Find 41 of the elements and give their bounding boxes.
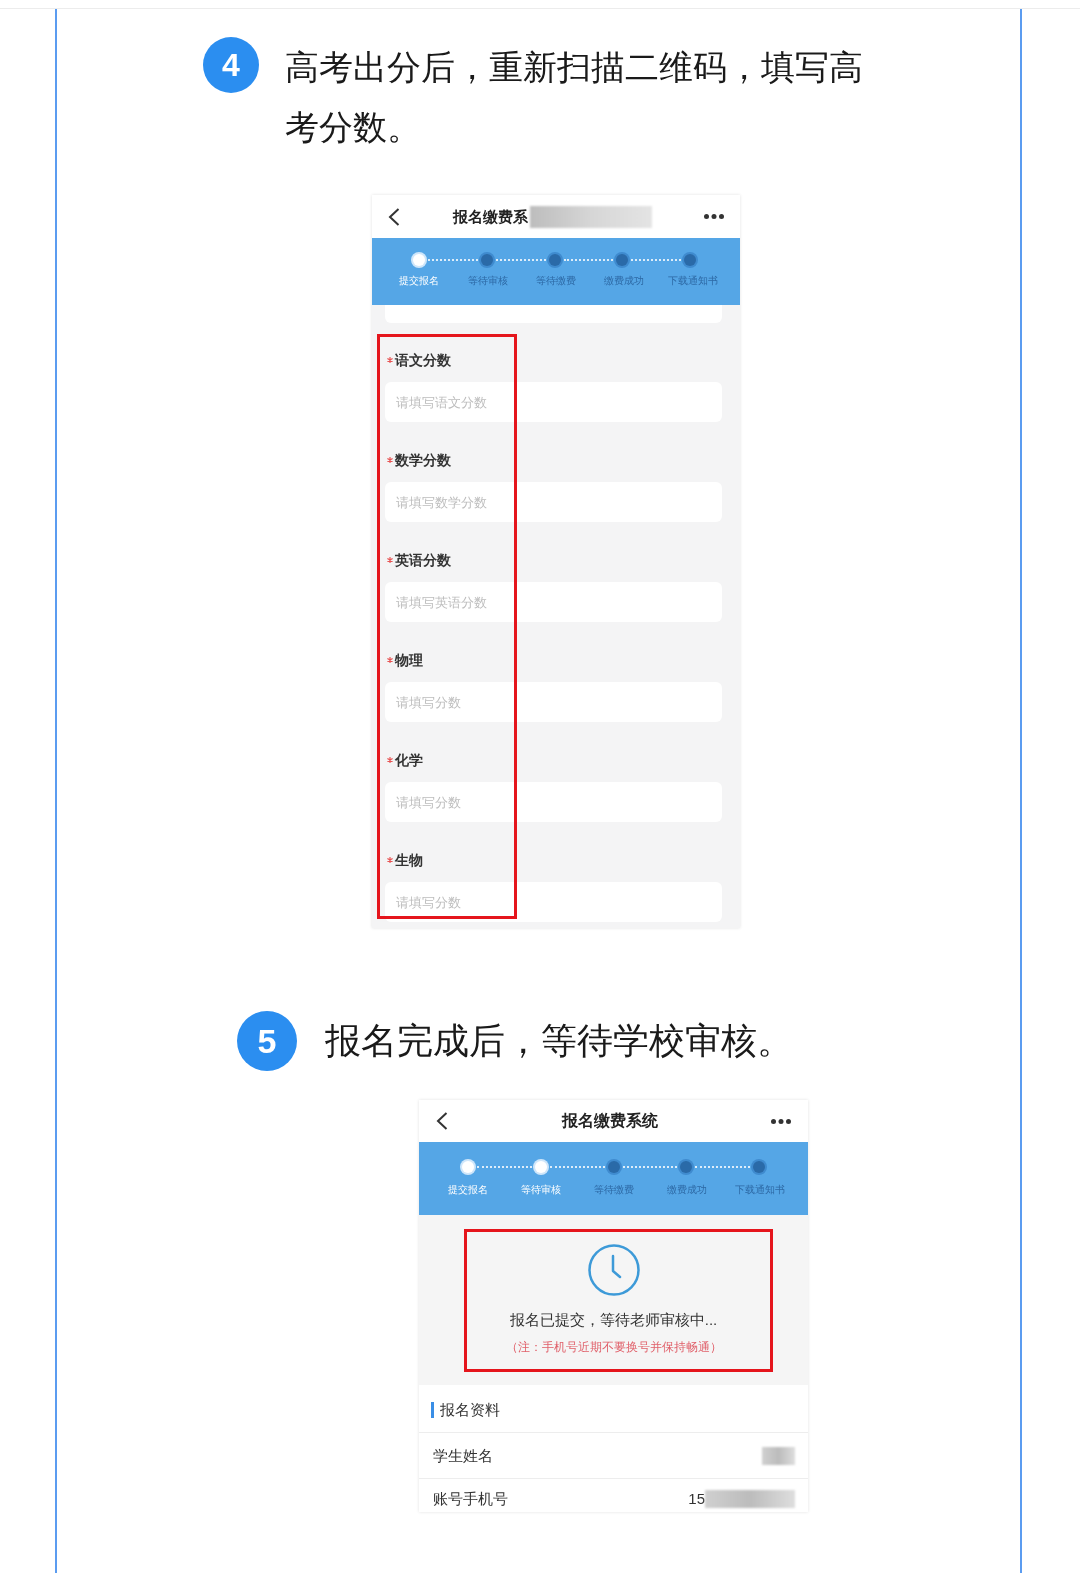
step-connector <box>477 1166 532 1168</box>
field-label: 学生姓名 <box>433 1445 493 1466</box>
score-input[interactable]: 请填写语文分数 <box>385 382 722 422</box>
field-label: 账号手机号 <box>433 1489 508 1509</box>
clock-icon <box>587 1244 640 1296</box>
more-icon[interactable] <box>704 214 724 219</box>
step-connector <box>563 259 614 261</box>
more-icon[interactable] <box>771 1118 791 1124</box>
back-icon[interactable] <box>436 1112 448 1130</box>
field-label: 英语分数 <box>395 551 451 570</box>
step-connector <box>631 259 681 261</box>
score-input[interactable]: 请填写分数 <box>385 782 722 822</box>
step-number: 4 <box>203 37 259 93</box>
section-marker <box>431 1401 434 1418</box>
step-connector <box>622 1166 678 1168</box>
score-input[interactable]: 请填写分数 <box>385 882 722 922</box>
score-input[interactable]: 请填写分数 <box>385 682 722 722</box>
step-label: 等待审核 <box>520 1183 561 1197</box>
section-title: 报名资料 <box>440 1399 500 1420</box>
step-label: 提交报名 <box>447 1183 488 1197</box>
status-note: （注：手机号近期不要换号并保持畅通） <box>505 1339 722 1356</box>
score-input[interactable]: 请填写英语分数 <box>385 582 722 622</box>
field-label: 数学分数 <box>395 451 451 470</box>
step-connector <box>549 1166 605 1168</box>
field-label: 化学 <box>395 751 423 770</box>
back-icon[interactable] <box>388 207 400 226</box>
step-connector <box>695 1166 750 1168</box>
app-title: 报名缴费系 <box>452 206 528 227</box>
step-number: 5 <box>237 1011 297 1071</box>
step-connector <box>495 259 546 261</box>
step-label: 提交报名 <box>399 274 440 288</box>
field-value: 15 <box>688 1489 705 1509</box>
step-instruction: 高考出分后，重新扫描二维码，填写高考分数。 <box>285 47 864 148</box>
score-input[interactable]: 请填写数学分数 <box>385 482 722 522</box>
step-instruction: 报名完成后，等待学校审核。 <box>325 1019 793 1063</box>
app-title: 报名缴费系统 <box>561 1111 658 1131</box>
field-label: 生物 <box>395 851 423 870</box>
step-connector <box>428 259 478 261</box>
status-message: 报名已提交，等待老师审核中... <box>509 1310 718 1330</box>
field-label: 语文分数 <box>395 351 451 370</box>
field-label: 物理 <box>395 651 423 670</box>
